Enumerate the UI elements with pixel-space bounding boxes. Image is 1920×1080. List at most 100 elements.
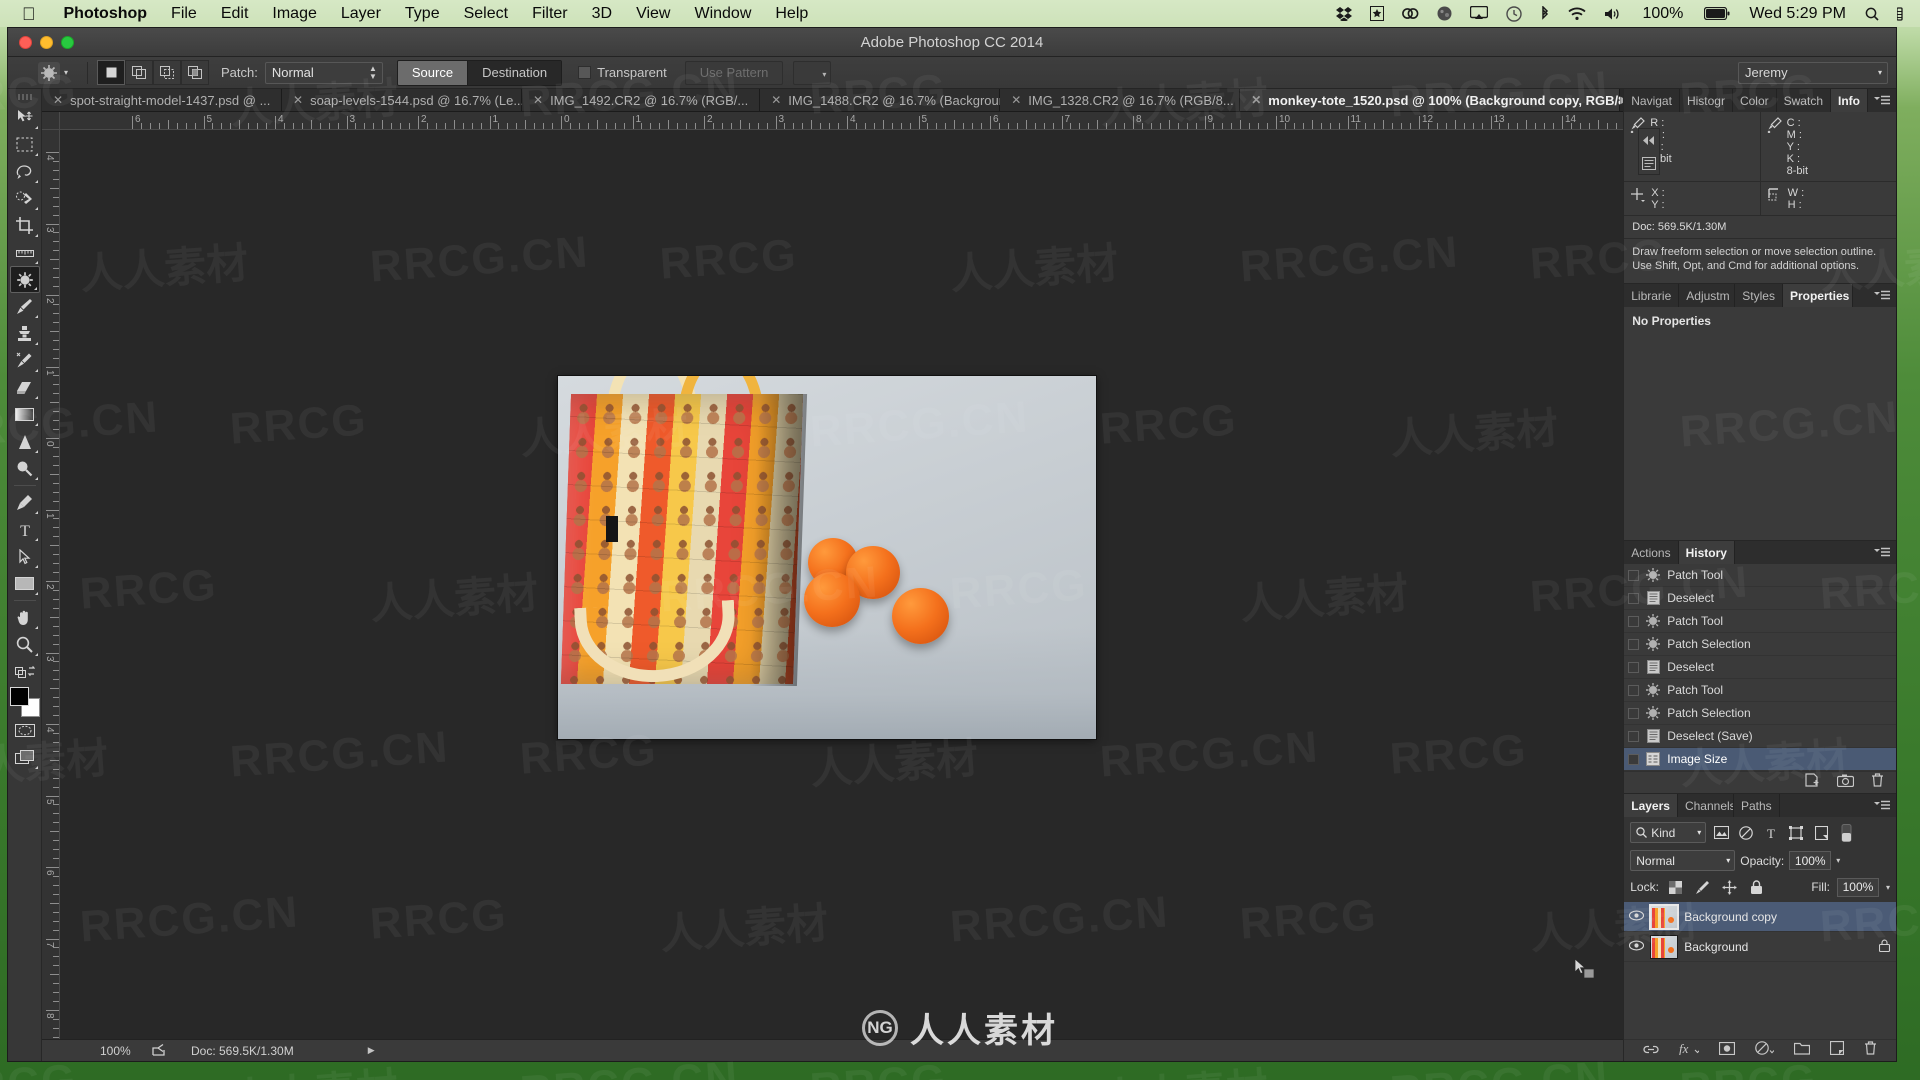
document-tab-active[interactable]: ✕ monkey-tote_1520.psd @ 100% (Backgroun… bbox=[1240, 89, 1623, 111]
tab-paths[interactable]: Paths bbox=[1734, 794, 1780, 817]
tab-color[interactable]: Color bbox=[1733, 89, 1777, 112]
brush-tool[interactable] bbox=[10, 293, 40, 320]
eyedropper-ruler-tool[interactable] bbox=[10, 239, 40, 266]
history-source-checkbox[interactable] bbox=[1628, 592, 1640, 604]
history-item[interactable]: Patch Tool bbox=[1624, 610, 1896, 633]
menu-item-3d[interactable]: 3D bbox=[580, 5, 624, 23]
lasso-tool[interactable] bbox=[10, 158, 40, 185]
notification-center-icon[interactable] bbox=[1897, 6, 1903, 21]
history-item[interactable]: Patch Tool bbox=[1624, 564, 1896, 587]
menu-item-select[interactable]: Select bbox=[452, 5, 520, 23]
lock-all-icon[interactable] bbox=[1747, 877, 1767, 897]
history-source-checkbox[interactable] bbox=[1628, 707, 1640, 719]
tool-preset-picker[interactable]: ▾ bbox=[38, 61, 68, 84]
menu-item-file[interactable]: File bbox=[159, 5, 209, 23]
history-source-checkbox[interactable] bbox=[1628, 615, 1640, 627]
menu-item-photoshop[interactable]: Photoshop bbox=[52, 5, 160, 23]
eraser-tool[interactable] bbox=[10, 374, 40, 401]
new-layer-icon[interactable] bbox=[1830, 1040, 1845, 1060]
history-source-checkbox[interactable] bbox=[1628, 684, 1640, 696]
vertical-ruler[interactable]: 4 3 2 1 0 1 2 3 4 5 6 7 8 bbox=[42, 130, 60, 1039]
new-group-icon[interactable] bbox=[1794, 1042, 1811, 1060]
blend-mode-select[interactable]: Normal ▾ bbox=[1630, 850, 1736, 871]
close-icon[interactable]: ✕ bbox=[771, 93, 781, 107]
horizontal-ruler[interactable]: 6 5 4 3 2 1 0 1 2 3 4 5 6 7 8 9 10 11 12 13 14 bbox=[60, 112, 1624, 130]
tab-actions[interactable]: Actions bbox=[1624, 541, 1679, 564]
history-item[interactable]: Deselect (Save) bbox=[1624, 725, 1896, 748]
filter-pixel-icon[interactable] bbox=[1711, 823, 1731, 843]
tab-styles[interactable]: Styles bbox=[1735, 284, 1783, 307]
fill-value[interactable]: 100% bbox=[1836, 877, 1879, 897]
history-item[interactable]: Deselect bbox=[1624, 587, 1896, 610]
menu-item-edit[interactable]: Edit bbox=[209, 5, 261, 23]
battery-icon[interactable] bbox=[1704, 7, 1730, 20]
type-tool[interactable]: T bbox=[10, 516, 40, 543]
pen-tool[interactable] bbox=[10, 489, 40, 516]
foreground-background-color[interactable] bbox=[9, 687, 40, 717]
opacity-value[interactable]: 100% bbox=[1789, 851, 1832, 870]
toolbox-grip[interactable] bbox=[17, 94, 32, 100]
delete-icon[interactable] bbox=[1871, 773, 1884, 792]
panel-menu-icon[interactable] bbox=[1868, 794, 1896, 817]
layer-style-fx-icon[interactable]: fx bbox=[1679, 1041, 1701, 1060]
opacity-chevron-icon[interactable]: ▾ bbox=[1836, 856, 1840, 865]
history-source-checkbox[interactable] bbox=[1628, 730, 1640, 742]
document-tab[interactable]: ✕ IMG_1488.CR2 @ 16.7% (Backgroun... bbox=[760, 89, 1017, 111]
panel-menu-icon[interactable] bbox=[1868, 541, 1896, 564]
zoom-level-field[interactable]: 100% bbox=[100, 1044, 152, 1058]
close-icon[interactable]: ✕ bbox=[293, 93, 303, 107]
menu-item-window[interactable]: Window bbox=[682, 5, 763, 23]
history-item[interactable]: Patch Tool bbox=[1624, 679, 1896, 702]
history-source-checkbox[interactable] bbox=[1628, 661, 1640, 673]
tab-overflow-button[interactable]: ▶▶ bbox=[1620, 89, 1624, 111]
history-state-list[interactable]: Patch Tool Deselect Patch Tool Patch Sel… bbox=[1624, 564, 1896, 771]
info-cmyk-readout[interactable]: C : M : Y : K : 8-bit bbox=[1759, 112, 1896, 181]
new-selection-button[interactable] bbox=[97, 60, 126, 85]
tool-preset-chevron-icon[interactable]: ▾ bbox=[64, 68, 68, 77]
new-snapshot-icon[interactable] bbox=[1836, 774, 1855, 792]
tab-layers[interactable]: Layers bbox=[1624, 794, 1678, 817]
tab-info[interactable]: Info bbox=[1831, 89, 1868, 112]
menu-item-layer[interactable]: Layer bbox=[329, 5, 393, 23]
source-button[interactable]: Source bbox=[397, 60, 469, 85]
filter-smart-object-icon[interactable] bbox=[1811, 823, 1831, 843]
layer-list[interactable]: Background copy Background bbox=[1624, 902, 1896, 1039]
apple-icon[interactable]:  bbox=[22, 5, 36, 23]
wifi-icon[interactable] bbox=[1568, 7, 1587, 21]
user-select[interactable]: Jeremy ▾ bbox=[1738, 61, 1888, 84]
menu-bar-clock[interactable]: Wed 5:29 PM bbox=[1749, 5, 1846, 23]
fill-chevron-icon[interactable]: ▾ bbox=[1886, 883, 1890, 892]
canvas-viewport[interactable] bbox=[60, 130, 1624, 1039]
foreground-color-swatch[interactable] bbox=[9, 687, 29, 706]
gradient-tool[interactable] bbox=[10, 401, 40, 428]
layer-visibility-icon[interactable] bbox=[1628, 940, 1644, 954]
history-source-checkbox[interactable] bbox=[1628, 753, 1640, 765]
layer-name[interactable]: Background copy bbox=[1684, 910, 1777, 924]
menu-item-type[interactable]: Type bbox=[393, 5, 452, 23]
creative-cloud-icon[interactable] bbox=[1402, 6, 1419, 21]
dodge-burn-tool[interactable] bbox=[10, 455, 40, 482]
path-selection-tool[interactable] bbox=[10, 543, 40, 570]
panel-menu-icon[interactable] bbox=[1868, 284, 1896, 307]
document-tab[interactable]: ✕ IMG_1492.CR2 @ 16.7% (RGB/... bbox=[522, 89, 761, 111]
close-icon[interactable]: ✕ bbox=[533, 93, 543, 107]
add-to-selection-button[interactable] bbox=[125, 60, 154, 85]
time-machine-icon[interactable] bbox=[1506, 5, 1523, 22]
delete-layer-icon[interactable] bbox=[1864, 1041, 1877, 1060]
history-source-checkbox[interactable] bbox=[1628, 638, 1640, 650]
lock-transparent-pixels-icon[interactable] bbox=[1666, 877, 1686, 897]
transparent-checkbox[interactable]: Transparent bbox=[578, 65, 667, 80]
document-tab[interactable]: ✕ IMG_1328.CR2 @ 16.7% (RGB/8... bbox=[1000, 89, 1241, 111]
layer-row[interactable]: Background copy bbox=[1624, 902, 1896, 932]
quick-mask-mode-icon[interactable] bbox=[10, 717, 40, 744]
moon-icon[interactable] bbox=[1437, 6, 1452, 21]
dropbox-icon[interactable] bbox=[1336, 6, 1353, 21]
layer-thumbnail[interactable] bbox=[1649, 903, 1680, 930]
use-pattern-button[interactable]: Use Pattern bbox=[684, 60, 784, 85]
layer-name[interactable]: Background bbox=[1684, 940, 1748, 954]
panel-menu-icon[interactable] bbox=[1868, 89, 1896, 112]
lock-position-icon[interactable] bbox=[1720, 877, 1740, 897]
patch-tool[interactable] bbox=[9, 266, 40, 293]
quick-selection-tool[interactable] bbox=[10, 185, 40, 212]
link-layers-icon[interactable] bbox=[1643, 1042, 1659, 1060]
